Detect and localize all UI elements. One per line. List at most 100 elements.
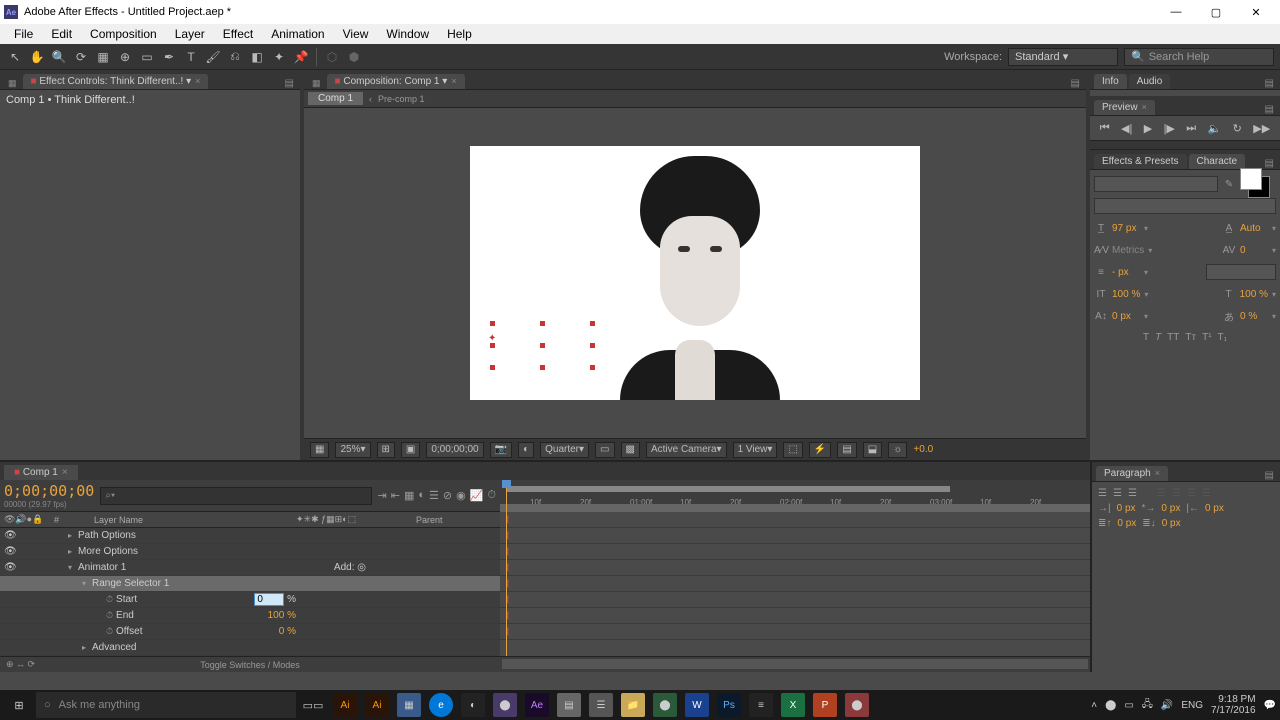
taskbar-ppt[interactable]: P [810,692,840,718]
zoom-tool-icon[interactable]: 🔍 [50,48,68,66]
mute-icon[interactable]: 🔈 [1208,122,1222,135]
tray-icon[interactable]: ⬤ [1105,700,1116,711]
workspace-selector[interactable]: Standard ▾ [1008,48,1118,66]
vscale-value[interactable]: 100 % [1112,289,1140,300]
eraser-tool-icon[interactable]: ◧ [248,48,266,66]
indent-left-value[interactable]: 0 px [1117,503,1136,514]
stroke-width-value[interactable]: - px [1112,267,1140,278]
timeline-row[interactable]: ⏱Start % [0,592,500,608]
tray-lang[interactable]: ENG [1181,700,1203,711]
align-right-icon[interactable]: ☰ [1128,488,1137,499]
roto-tool-icon[interactable]: ✦ [270,48,288,66]
comp-breadcrumb-active[interactable]: Comp 1 [308,92,363,105]
av-column-icons[interactable]: 👁🔊●🔒 [4,514,54,525]
hand-tool-icon[interactable]: ✋ [28,48,46,66]
cortana-search[interactable]: ○Ask me anything [36,692,296,718]
camera-dropdown[interactable]: Active Camera ▾ [646,442,727,458]
tl-brainstorm-icon[interactable]: ◉ [456,489,466,502]
next-frame-icon[interactable]: |▶ [1164,122,1175,135]
subscript-icon[interactable]: T₁ [1218,332,1227,343]
first-frame-icon[interactable]: ⏮ [1100,122,1110,135]
tray-notifications-icon[interactable]: 💬 [1264,700,1276,711]
tab-composition[interactable]: ■ Composition: Comp 1 ▾× [327,74,465,89]
baseline-value[interactable]: 0 px [1112,311,1140,322]
timeline-tab-comp1[interactable]: ■ Comp 1× [4,465,78,480]
search-help-input[interactable]: 🔍Search Help [1124,48,1274,66]
faux-italic-icon[interactable]: T [1155,332,1161,343]
menu-layer[interactable]: Layer [167,25,213,43]
taskbar-excel[interactable]: X [778,692,808,718]
close-icon[interactable]: × [195,76,200,86]
indent-first-value[interactable]: 0 px [1161,503,1180,514]
tl-comp-icon[interactable]: ▦ [404,489,414,502]
work-area-bar[interactable] [506,486,950,492]
mask-toggle-icon[interactable]: ▣ [401,442,420,458]
timeline-row[interactable]: ▸Advanced [0,640,500,656]
space-after-value[interactable]: 0 px [1162,518,1181,529]
tab-character[interactable]: Characte [1189,154,1246,169]
snap-opt-icon[interactable]: ⬢ [345,48,363,66]
tab-effect-controls[interactable]: ■ Effect Controls: Think Different..! ▾× [23,74,209,89]
stroke-style-dropdown[interactable] [1206,264,1276,280]
taskbar-app[interactable]: ⬤ [650,692,680,718]
tab-audio[interactable]: Audio [1129,74,1171,89]
panel-grip-icon[interactable]: ▦ [4,78,21,89]
timeline-icon[interactable]: ▤ [837,442,856,458]
close-icon[interactable]: × [451,76,456,86]
magnification-dropdown[interactable]: 25% ▾ [335,442,370,458]
anchor-point-icon[interactable]: ✦ [488,333,496,344]
taskbar-explorer[interactable]: 📁 [618,692,648,718]
menu-effect[interactable]: Effect [215,25,261,43]
tl-motion-blur-icon[interactable]: ⊘ [443,489,452,502]
resolution-dropdown[interactable]: Quarter ▾ [540,442,589,458]
ram-preview-icon[interactable]: ▶▶ [1253,122,1270,135]
menu-window[interactable]: Window [378,25,437,43]
puppet-tool-icon[interactable]: 📌 [292,48,310,66]
taskbar-app[interactable]: ☰ [586,692,616,718]
safe-zones-icon[interactable]: ⊞ [377,442,395,458]
space-before-value[interactable]: 0 px [1117,518,1136,529]
camera-tool-icon[interactable]: ▦ [94,48,112,66]
taskbar-app[interactable]: ▦ [394,692,424,718]
panel-menu-icon[interactable]: ▤ [1263,78,1276,89]
flowchart-icon[interactable]: ⬓ [863,442,882,458]
kerning-value[interactable]: Metrics [1112,245,1144,256]
fast-preview-icon[interactable]: ⚡ [809,442,831,458]
last-frame-icon[interactable]: ⏭ [1186,122,1196,135]
brush-tool-icon[interactable]: 🖌 [204,48,222,66]
indent-right-value[interactable]: 0 px [1205,503,1224,514]
all-caps-icon[interactable]: TT [1167,332,1179,343]
grid-icon[interactable]: ▦ [310,442,329,458]
timeline-row[interactable]: ⏱End100 % [0,608,500,624]
justify-right-icon[interactable]: ☰ [1187,488,1196,499]
taskbar-word[interactable]: W [682,692,712,718]
snap-icon[interactable]: ⬡ [323,48,341,66]
tab-paragraph[interactable]: Paragraph× [1096,466,1168,481]
timeline-scrollbar[interactable] [502,659,1088,669]
taskbar-app[interactable]: ◐ [458,692,488,718]
current-timecode[interactable]: 0;00;00;00 [4,482,94,500]
align-left-icon[interactable]: ☰ [1098,488,1107,499]
panel-menu-icon[interactable]: ▤ [1069,78,1082,89]
faux-bold-icon[interactable]: T [1143,332,1149,343]
eyedropper-icon[interactable]: ✎ [1222,179,1236,190]
tray-icon[interactable]: ▭ [1124,700,1133,711]
align-center-icon[interactable]: ☰ [1113,488,1122,499]
tray-up-icon[interactable]: ˄ [1091,700,1097,711]
taskbar-app[interactable]: ⬤ [842,692,872,718]
timeline-search-input[interactable]: ⌕▾ [100,487,371,505]
type-tool-icon[interactable]: T [182,48,200,66]
panel-grip-icon[interactable]: ▦ [308,78,325,89]
font-size-value[interactable]: 97 px [1112,223,1140,234]
menu-composition[interactable]: Composition [82,25,165,43]
comp-breadcrumb-precomp[interactable]: Pre-comp 1 [378,94,425,104]
current-time-display[interactable]: 0;00;00;00 [426,442,483,458]
leading-value[interactable]: Auto [1240,223,1268,234]
menu-edit[interactable]: Edit [43,25,80,43]
prev-frame-icon[interactable]: ◀| [1121,122,1132,135]
shape-tool-icon[interactable]: ▭ [138,48,156,66]
panel-menu-icon[interactable]: ▤ [1263,104,1276,115]
tray-network-icon[interactable]: 🖧 [1142,697,1153,714]
tab-info[interactable]: Info [1094,74,1127,89]
play-icon[interactable]: ▶ [1144,122,1152,135]
